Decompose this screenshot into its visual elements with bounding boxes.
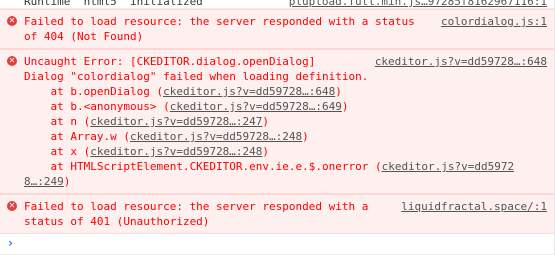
console-error-message: ✕ liquidfractal.space/:1 Failed to load …	[0, 194, 555, 234]
stack-frame-link[interactable]: ckeditor.js?v=dd59728…:248	[90, 145, 262, 158]
stack-frame: at b.openDialog (ckeditor.js?v=dd59728…:…	[24, 85, 342, 98]
stack-frame-continuation: 8…:249)	[24, 175, 71, 188]
console-error-message: ✕ ckeditor.js?v=dd59728…:648 Uncaught Er…	[0, 49, 555, 194]
console-prompt[interactable]: ›	[0, 234, 555, 255]
stack-frame-link[interactable]: ckeditor.js?v=dd5972	[382, 160, 514, 173]
stack-frame: at n (ckeditor.js?v=dd59728…:247)	[24, 115, 270, 128]
stack-frame-link[interactable]: ckeditor.js?v=dd59728…:248	[130, 130, 302, 143]
console-error-message: ✕ colordialog.js:1 Failed to load resour…	[0, 9, 555, 49]
log-text: Runtime "html5" initialized	[24, 0, 203, 8]
console-log-message: Runtime "html5" initialized plupload.ful…	[0, 0, 555, 9]
stack-frame-link[interactable]: 8…:249	[24, 175, 64, 188]
stack-frame-link[interactable]: ckeditor.js?v=dd59728…:649	[170, 100, 342, 113]
stack-frame: at b.<anonymous> (ckeditor.js?v=dd59728……	[24, 100, 349, 113]
log-source-link[interactable]: plupload.full.min.js…97285f8162967116:1	[289, 0, 547, 8]
error-circle-icon: ✕	[7, 16, 17, 26]
error-source-link[interactable]: ckeditor.js?v=dd59728…:648	[375, 54, 547, 69]
error-circle-icon: ✕	[7, 56, 17, 66]
error-text-line: of 404 (Not Found)	[24, 30, 144, 43]
error-text-line: status of 401 (Unauthorized)	[24, 215, 210, 228]
stack-frame-link[interactable]: ckeditor.js?v=dd59728…:648	[163, 85, 335, 98]
error-source-link[interactable]: liquidfractal.space/:1	[401, 199, 547, 214]
stack-frame: at Array.w (ckeditor.js?v=dd59728…:248)	[24, 130, 309, 143]
stack-frame: at HTMLScriptElement.CKEDITOR.env.ie.e.$…	[24, 160, 515, 173]
devtools-console: Runtime "html5" initialized plupload.ful…	[0, 0, 555, 255]
chevron-right-icon: ›	[8, 236, 13, 250]
stack-frame: at x (ckeditor.js?v=dd59728…:248)	[24, 145, 270, 158]
error-circle-icon: ✕	[7, 201, 17, 211]
error-text-line: Dialog "colordialog" failed when loading…	[24, 70, 369, 83]
stack-frame-link[interactable]: ckeditor.js?v=dd59728…:247	[90, 115, 262, 128]
error-source-link[interactable]: colordialog.js:1	[441, 14, 547, 29]
